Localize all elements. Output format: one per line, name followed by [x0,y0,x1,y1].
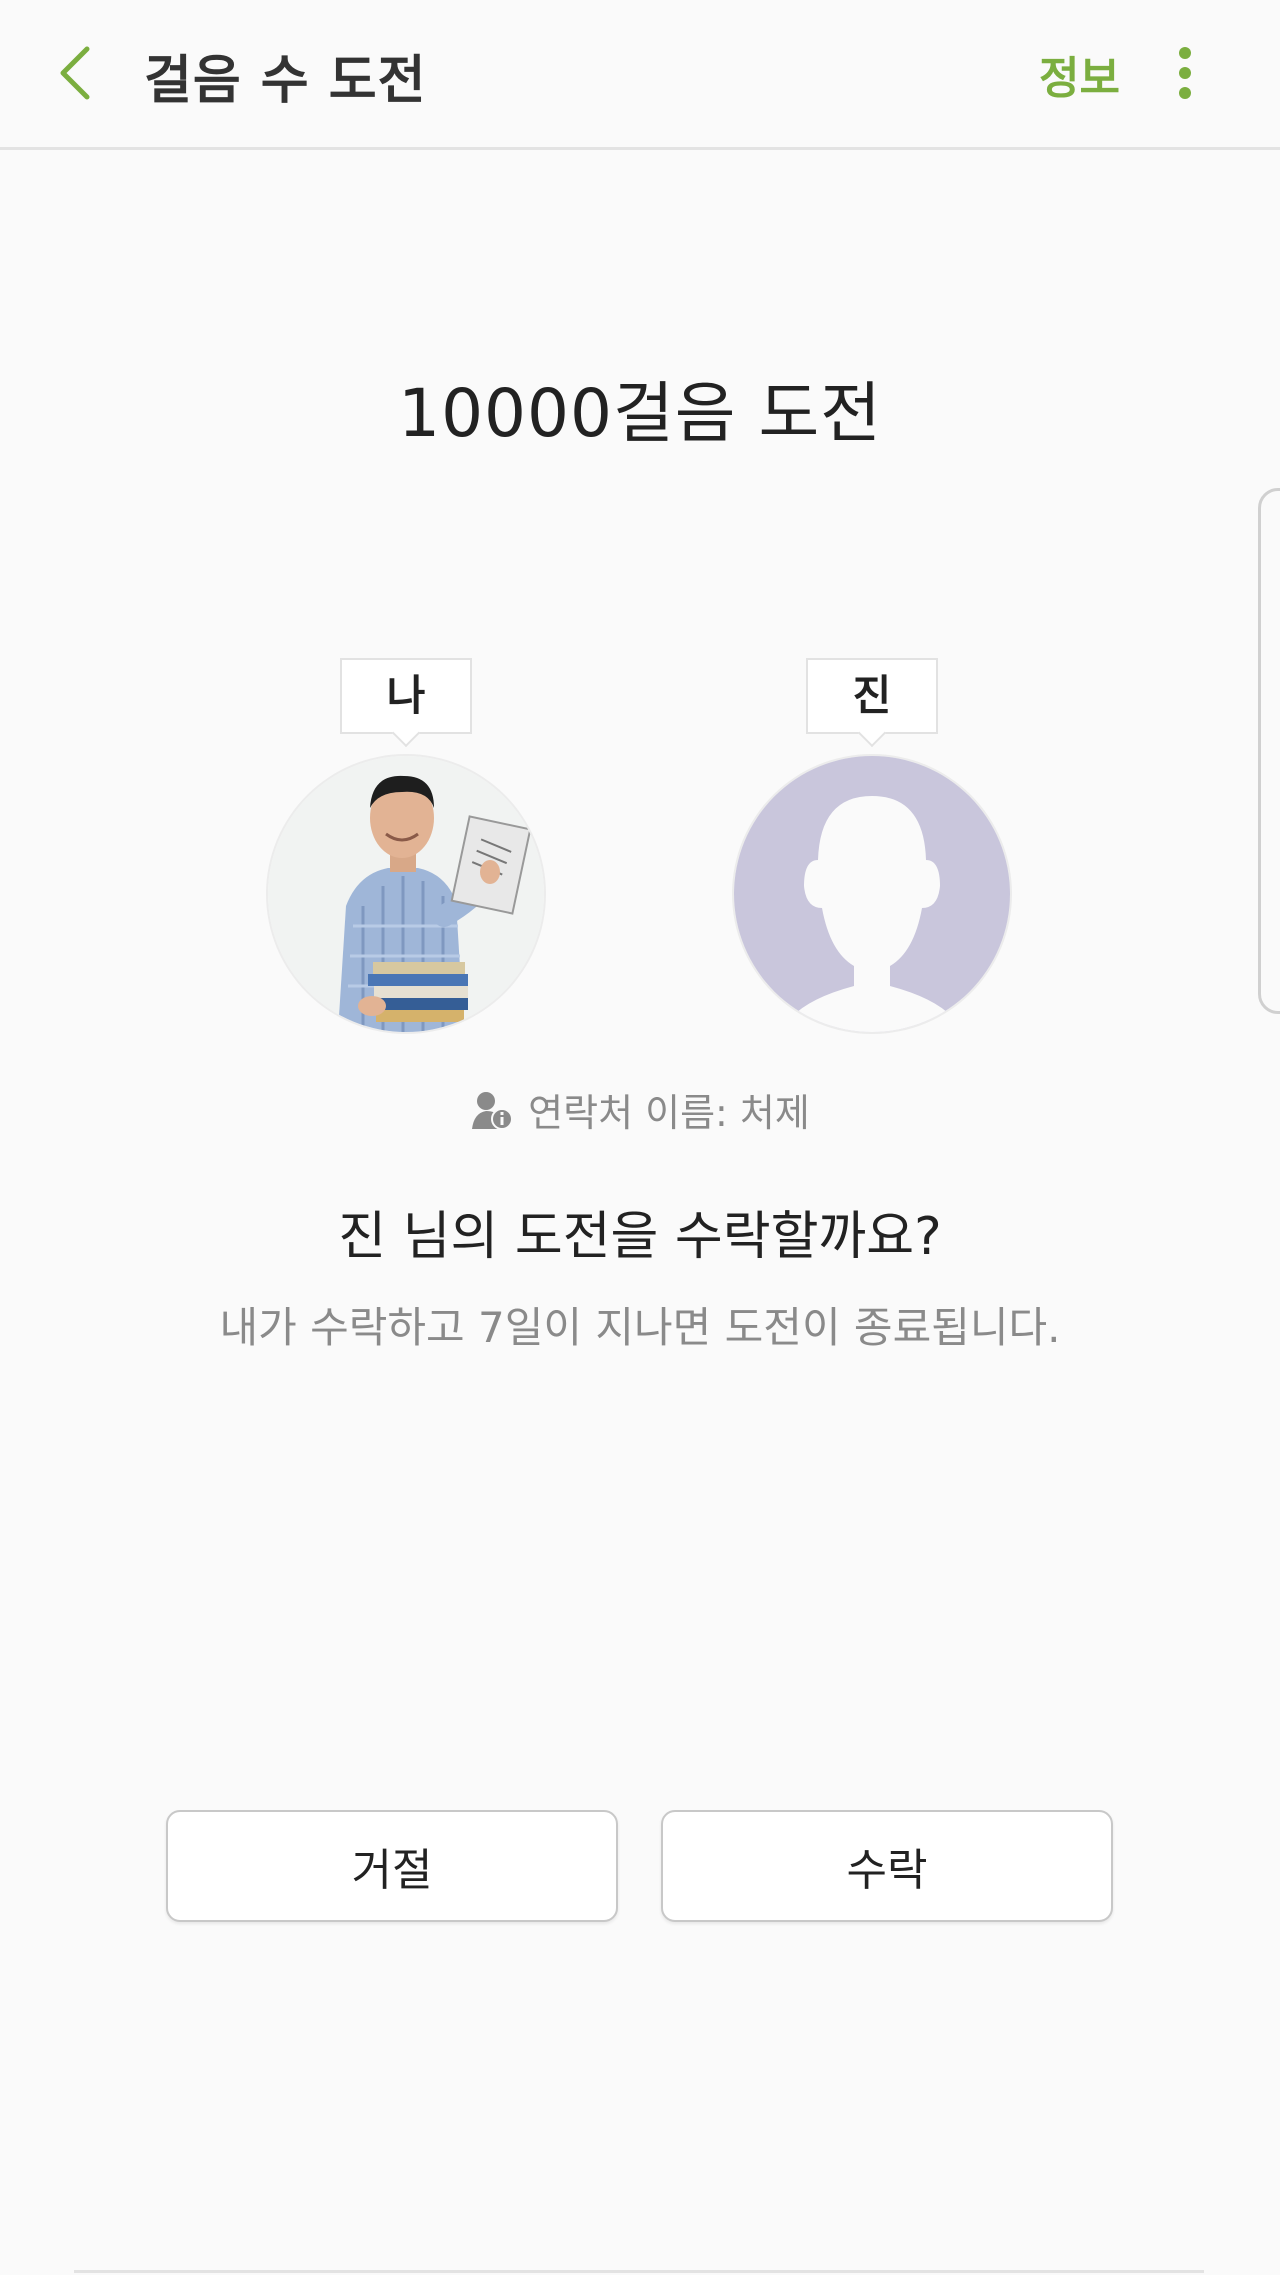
edge-panel-handle[interactable] [1258,488,1280,1014]
bottom-divider [74,2270,1204,2273]
name-bubble-other: 진 [806,658,938,734]
challenge-duration-note: 내가 수락하고 7일이 지나면 도전이 종료됩니다. [219,1303,1061,1352]
more-vertical-icon [1175,45,1195,105]
reject-button[interactable]: 거절 [166,1810,618,1922]
accept-button[interactable]: 수락 [661,1810,1113,1922]
contact-name-line: 연락처 이름: 처제 [0,1082,1280,1137]
name-bubble-me: 나 [340,658,472,734]
participant-me: 나 [266,658,546,1032]
more-options-button[interactable] [1150,40,1220,110]
challenge-title: 10000걸음 도전 [398,375,882,452]
contact-info-icon [470,1089,514,1131]
accept-question: 진 님의 도전을 수락할까요? [338,1207,942,1267]
info-button[interactable]: 정보 [1039,42,1120,106]
default-avatar-icon [734,756,1010,1032]
back-button[interactable] [30,30,120,120]
participant-other: 진 [732,658,1012,1032]
chevron-left-icon [53,43,97,107]
page-title: 걸음 수 도전 [144,51,427,111]
app-bar: 걸음 수 도전 정보 [0,0,1280,150]
avatar-other [734,756,1010,1032]
contact-name-text: 연락처 이름: 처제 [528,1091,810,1135]
avatar-photo [268,756,544,1032]
avatar-me [268,756,544,1032]
